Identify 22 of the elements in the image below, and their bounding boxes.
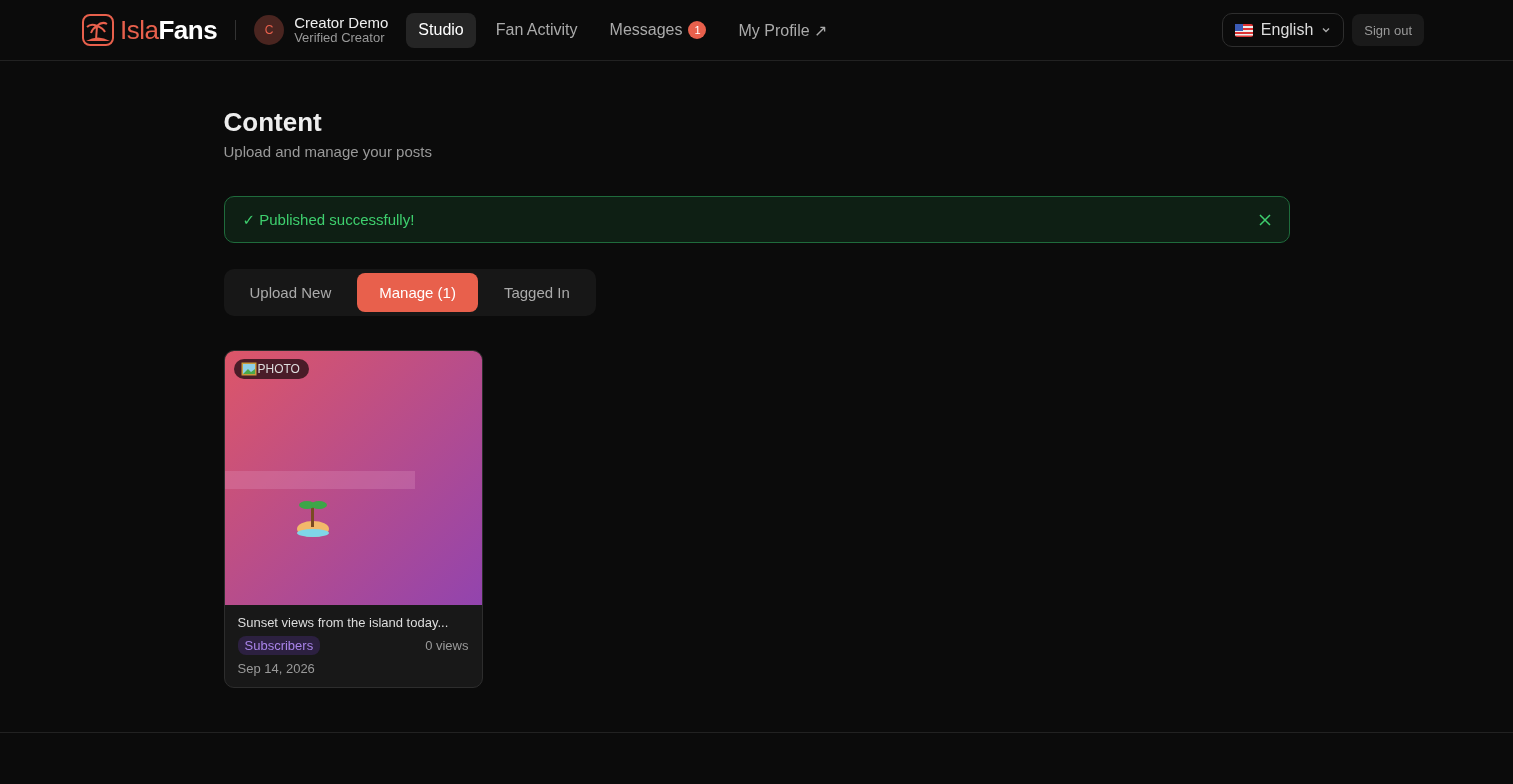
brand-name[interactable]: IslaFans [120, 14, 218, 46]
language-select[interactable]: English [1221, 13, 1345, 47]
nav-link[interactable]: My Profile ↗ [726, 12, 840, 48]
post-caption: Sunset views from the island today... [237, 615, 450, 630]
user-role: Verified Creator [294, 30, 386, 45]
page-title: Content [223, 107, 323, 137]
nav-link[interactable]: Messages 1 [597, 12, 719, 48]
tab[interactable]: Tagged In [481, 273, 592, 312]
page-subtitle: Upload and manage your posts [223, 143, 433, 160]
tab[interactable]: Upload New [227, 273, 354, 312]
visibility-tag: Subscribers [237, 636, 321, 655]
sign-out-button[interactable]: Sign out [1352, 14, 1424, 46]
user-avatar: C [254, 15, 285, 45]
nav-link[interactable]: Fan Activity [483, 12, 590, 48]
user-name: Creator Demo [294, 15, 389, 30]
post-date: Sep 14, 2026 [237, 661, 316, 676]
alert-message: ✓ Published successfully! [242, 210, 416, 229]
post-card[interactable]: PHOTO Sunset views from the island today... Subscribers 0 views Sep 14, 2026 [223, 350, 483, 688]
nav-link[interactable]: Studio [406, 12, 476, 48]
view-count: 0 views [425, 638, 469, 653]
media-type-label: PHOTO [257, 362, 300, 376]
unread-badge: 1 [688, 21, 707, 39]
